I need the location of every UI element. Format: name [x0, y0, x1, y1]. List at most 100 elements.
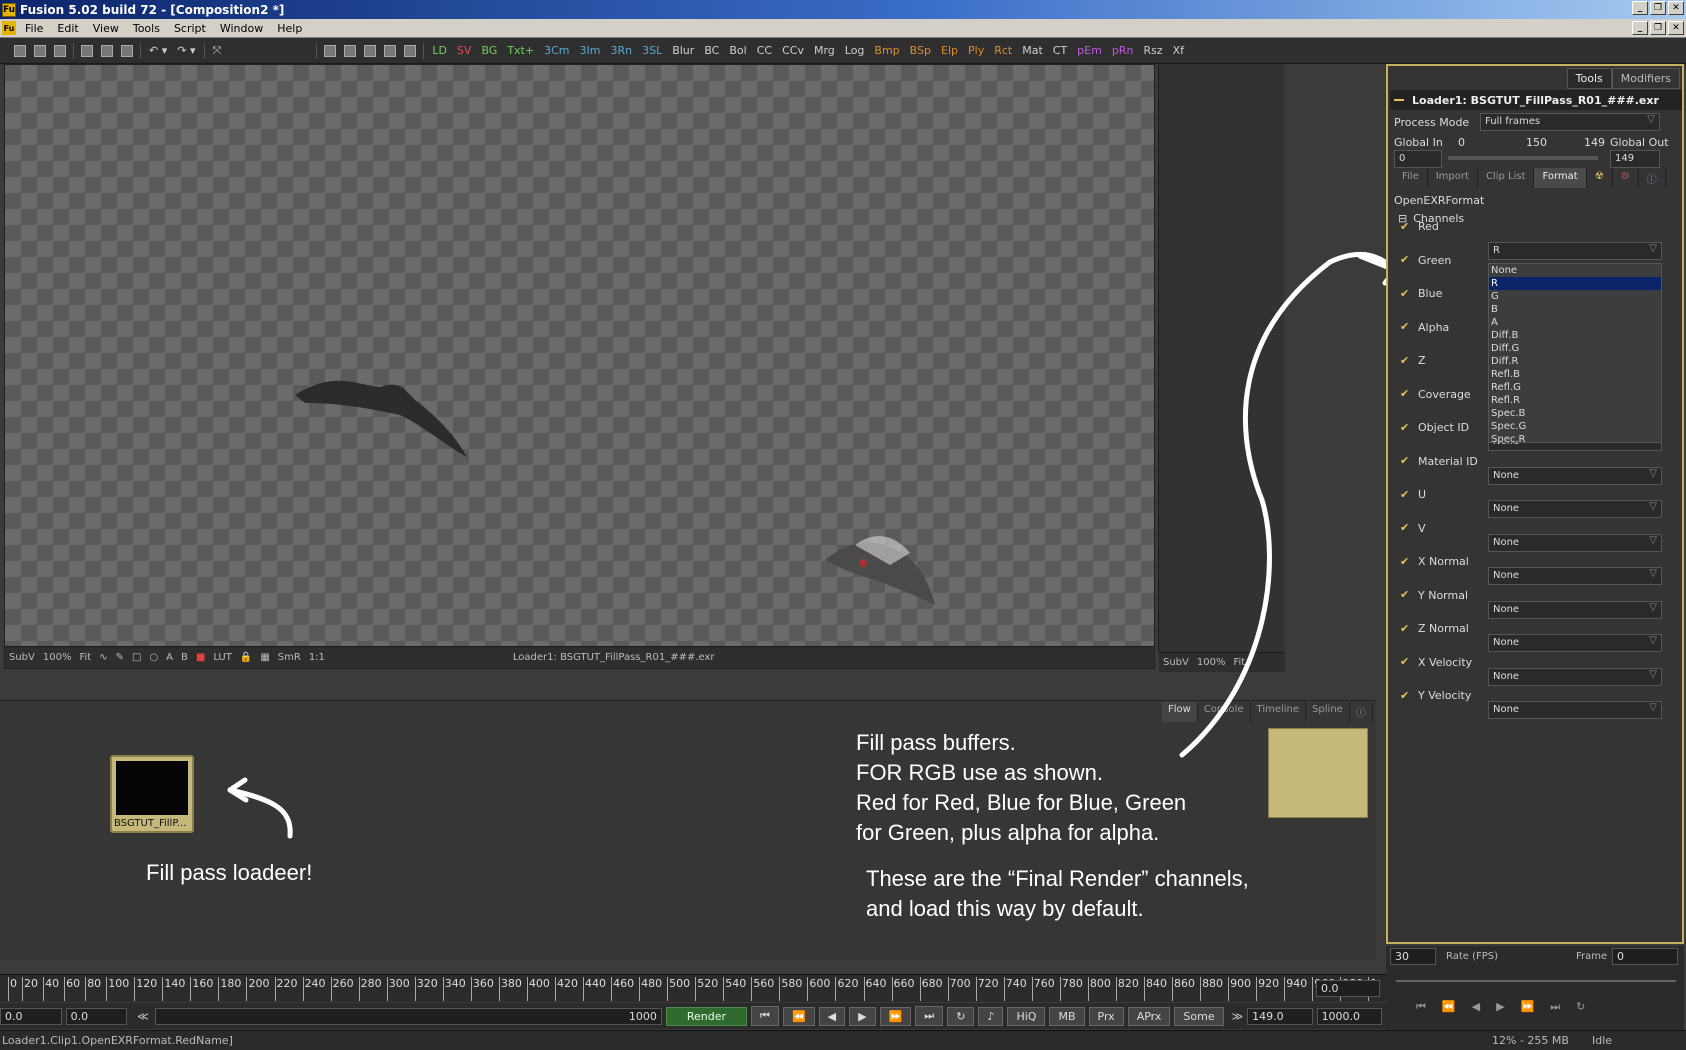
check-icon[interactable]: ✔ — [1400, 689, 1412, 702]
play-icon[interactable]: ▶ — [849, 1006, 876, 1026]
channel-option[interactable]: Refl.R — [1489, 394, 1661, 407]
mini-step-forward-icon[interactable]: ⏩ — [1521, 1000, 1535, 1014]
tab-format[interactable]: Format — [1534, 168, 1587, 188]
channel-option[interactable]: Refl.G — [1489, 381, 1661, 394]
prx-button[interactable]: Prx — [1088, 1006, 1124, 1026]
collapse-icon[interactable] — [1394, 99, 1404, 101]
channel-option[interactable]: Diff.R — [1489, 355, 1661, 368]
channel-row[interactable]: ✔ Material ID — [1400, 455, 1478, 468]
channel-row[interactable]: ✔ Y Velocity — [1400, 689, 1471, 702]
channel-options-list[interactable]: None R G B A Diff.B Diff.G Diff.R Refl.B Refl.G Re… — [1488, 263, 1662, 446]
channel-row[interactable]: ✔ X Normal — [1400, 555, 1469, 568]
channel-option[interactable]: Refl.B — [1489, 368, 1661, 381]
step-forward-icon[interactable]: ⏩ — [879, 1006, 912, 1026]
check-icon[interactable]: ✔ — [1400, 555, 1412, 568]
global-in-field[interactable]: 0 — [1394, 150, 1442, 168]
channel-option[interactable]: Spec.R — [1489, 433, 1661, 446]
check-icon[interactable]: ✔ — [1400, 622, 1412, 635]
audio-icon[interactable]: ♪ — [978, 1006, 1004, 1026]
gear-icon[interactable]: ⚙ — [1613, 168, 1639, 188]
aprx-button[interactable]: APrx — [1127, 1006, 1171, 1026]
frame-slider[interactable] — [1396, 980, 1676, 982]
process-mode-dropdown[interactable]: Full frames ▽ — [1480, 113, 1660, 131]
rate-field[interactable]: 30 — [1390, 948, 1436, 965]
channel-dropdown[interactable]: None▽ — [1488, 500, 1662, 518]
tab-tools[interactable]: Tools — [1566, 68, 1612, 89]
mini-go-end-icon[interactable]: ⏭ — [1550, 1000, 1560, 1014]
channel-dropdown[interactable]: None▽ — [1488, 634, 1662, 652]
check-icon[interactable]: ✔ — [1400, 220, 1412, 233]
channel-row[interactable]: ✔ Red — [1400, 220, 1439, 233]
channel-option[interactable]: Spec.G — [1489, 420, 1661, 433]
channel-row[interactable]: ✔ U — [1400, 488, 1426, 501]
some-button[interactable]: Some — [1174, 1006, 1224, 1026]
render-button[interactable]: Render — [665, 1006, 748, 1026]
check-icon[interactable]: ✔ — [1400, 589, 1412, 601]
global-start-field[interactable]: 0.0 — [0, 1007, 62, 1025]
mini-step-back-icon[interactable]: ⏪ — [1442, 1000, 1456, 1014]
current-frame-field[interactable]: 149.0 — [1247, 1007, 1313, 1025]
channel-dropdown[interactable]: None▽ — [1488, 567, 1662, 585]
check-icon[interactable]: ✔ — [1400, 656, 1412, 668]
tool-header[interactable]: Loader1: BSGTUT_FillPass_R01_###.exr — [1390, 90, 1682, 110]
check-icon[interactable]: ✔ — [1400, 287, 1412, 300]
tab-file[interactable]: File — [1394, 168, 1428, 188]
channel-row[interactable]: ✔ Alpha — [1400, 321, 1449, 334]
channel-dropdown[interactable]: None▽ — [1488, 533, 1662, 552]
channel-row[interactable]: ✔ Coverage — [1400, 388, 1471, 401]
time-end-field[interactable]: 0.0 — [1316, 980, 1380, 997]
channel-option[interactable]: G — [1489, 290, 1661, 303]
tab-import[interactable]: Import — [1428, 168, 1478, 188]
frame-field[interactable]: 0 — [1612, 948, 1678, 965]
channel-row[interactable]: ✔ V — [1400, 522, 1426, 535]
check-icon[interactable]: ✔ — [1400, 321, 1412, 333]
channel-dropdown[interactable]: None▽ — [1488, 600, 1662, 619]
channel-option[interactable]: None — [1489, 264, 1661, 277]
mini-go-start-icon[interactable]: ⏮ — [1416, 1000, 1426, 1014]
time-ruler[interactable]: 0 20 40 60 80 100 120 140 160 180 200 220 240 260 280 3… — [0, 974, 1386, 1002]
rewind-icon[interactable]: ≪ — [137, 1010, 149, 1023]
channel-row[interactable]: ✔ Object ID — [1400, 421, 1469, 434]
channel-row[interactable]: ✔ Green — [1400, 254, 1451, 267]
check-icon[interactable]: ✔ — [1400, 421, 1412, 434]
range-slider[interactable]: 1000 — [154, 1007, 662, 1025]
channel-row[interactable]: ✔ X Velocity — [1400, 656, 1472, 669]
channel-option[interactable]: R — [1489, 277, 1661, 290]
channel-option[interactable]: A — [1489, 316, 1661, 329]
go-start-icon[interactable]: ⏮ — [751, 1006, 779, 1026]
channel-option[interactable]: Spec.B — [1489, 407, 1661, 420]
check-icon[interactable]: ✔ — [1400, 354, 1412, 367]
check-icon[interactable]: ✔ — [1400, 254, 1412, 266]
channel-row[interactable]: ✔ Z Normal — [1400, 622, 1469, 635]
hiq-button[interactable]: HiQ — [1007, 1006, 1046, 1026]
check-icon[interactable]: ✔ — [1400, 488, 1412, 501]
channel-option[interactable]: Diff.G — [1489, 342, 1661, 355]
mb-button[interactable]: MB — [1049, 1006, 1085, 1026]
tab-clip-list[interactable]: Clip List — [1478, 168, 1535, 188]
global-end-field[interactable]: 1000.0 — [1316, 1007, 1383, 1025]
go-end-icon[interactable]: ⏭ — [915, 1006, 944, 1026]
mini-loop-icon[interactable]: ↻ — [1576, 1000, 1585, 1014]
check-icon[interactable]: ✔ — [1400, 455, 1412, 467]
loop-icon[interactable]: ↻ — [947, 1006, 975, 1026]
check-icon[interactable]: ✔ — [1400, 522, 1412, 534]
radiation-icon[interactable]: ☢ — [1587, 168, 1613, 188]
channel-dropdown[interactable]: None▽ — [1488, 667, 1662, 686]
play-reverse-icon[interactable]: ◀ — [818, 1006, 846, 1026]
tab-modifiers[interactable]: Modifiers — [1611, 68, 1680, 89]
channel-dropdown[interactable]: None▽ — [1488, 701, 1662, 719]
channel-row[interactable]: ✔ Blue — [1400, 287, 1442, 300]
channel-row[interactable]: ✔ Y Normal — [1400, 589, 1468, 602]
step-back-icon[interactable]: ⏪ — [782, 1006, 815, 1026]
channel-option[interactable]: B — [1489, 303, 1661, 316]
info-icon[interactable]: ⓘ — [1639, 168, 1666, 188]
forward-icon[interactable]: ≫ — [1232, 1010, 1244, 1023]
mini-reverse-icon[interactable]: ◀ — [1472, 1000, 1480, 1014]
mini-play-icon[interactable]: ▶ — [1496, 1000, 1504, 1014]
channel-row[interactable]: ✔ Z — [1400, 354, 1426, 367]
red-channel-dropdown[interactable]: R ▽ — [1488, 242, 1662, 260]
global-range-slider[interactable] — [1448, 156, 1598, 160]
global-out-field[interactable]: 149 — [1610, 150, 1660, 168]
check-icon[interactable]: ✔ — [1400, 388, 1412, 400]
channel-option[interactable]: Diff.B — [1489, 329, 1661, 342]
